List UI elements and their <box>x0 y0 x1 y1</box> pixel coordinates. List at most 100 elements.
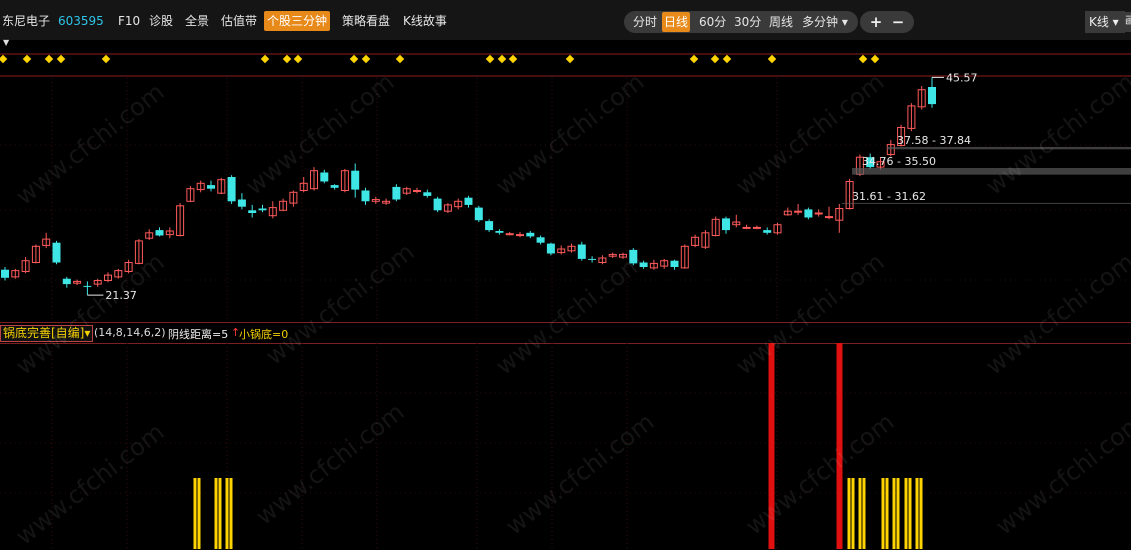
signal-diamond <box>689 54 699 64</box>
candle-body <box>804 209 813 218</box>
nav-panorama[interactable]: 全景 <box>182 11 212 31</box>
candle-body <box>155 230 164 236</box>
candle-body <box>639 262 648 267</box>
candle-body <box>474 207 483 221</box>
stock-code[interactable]: 603595 <box>58 14 104 28</box>
gap-label: 31.61 - 31.62 <box>852 190 926 203</box>
candle-body <box>516 234 524 237</box>
candle-body <box>495 231 504 233</box>
candle-body <box>227 177 236 202</box>
gap-zone <box>842 202 1131 204</box>
signal-bar-gold <box>904 478 908 549</box>
candle-body <box>52 242 61 263</box>
signal-bar-gold <box>847 478 851 549</box>
indicator-chart[interactable] <box>0 343 1131 549</box>
signal-diamond <box>565 54 575 64</box>
period-multi-minute[interactable]: 多分钟 ▾ <box>802 11 848 33</box>
signal-bar-red <box>839 343 843 549</box>
candle-body <box>258 208 267 211</box>
collapse-arrow-icon[interactable]: ▼ <box>3 38 9 47</box>
signal-diamond <box>722 54 732 64</box>
candle-body <box>722 218 730 231</box>
signal-bar-red <box>768 343 772 549</box>
signal-diamond <box>497 54 507 64</box>
zoom-out-button[interactable]: − <box>888 11 908 33</box>
stock-name[interactable]: 东尼电子 <box>2 14 50 28</box>
signal-bar-gold <box>851 478 855 549</box>
candle-body <box>825 216 833 219</box>
zoom-in-button[interactable]: + <box>866 11 886 33</box>
zoom-controls: + − <box>860 11 914 33</box>
signal-diamond <box>0 54 8 64</box>
signal-bar-gold <box>229 478 233 549</box>
period-30min[interactable]: 30分 <box>734 11 761 33</box>
nav-strategy[interactable]: 策略看盘 <box>339 11 393 31</box>
signal-bar-gold <box>892 478 896 549</box>
indicator-small-bottom: 小锅底=0 <box>239 328 289 341</box>
signal-bar-gold <box>214 478 218 549</box>
candlestick-chart[interactable]: 37.58 - 37.84 34.76 - 35.50 31.61 - 31.62 4… <box>0 50 1131 322</box>
candle-body <box>1 269 9 278</box>
signal-bar-gold <box>915 478 919 549</box>
kline-type-select[interactable]: K线 ▾ <box>1085 11 1125 33</box>
candle-body <box>330 185 339 188</box>
candle-body <box>464 197 473 205</box>
indicator-select[interactable]: 锅底完善[自编]▾ <box>0 325 94 342</box>
candle-body <box>742 226 751 229</box>
indicator-yin-distance: 阴线距离=5 <box>168 328 229 341</box>
high-label: 45.57 <box>946 71 978 84</box>
nav-kline-story[interactable]: K线故事 <box>400 11 450 31</box>
signal-diamond <box>282 54 292 64</box>
period-weekly[interactable]: 周线 <box>769 11 793 33</box>
signal-bar-gold <box>885 478 889 549</box>
gap-label: 37.58 - 37.84 <box>897 134 971 147</box>
candle-body <box>752 226 761 229</box>
candle-body <box>248 210 257 213</box>
candle-body <box>62 278 71 285</box>
candle-body <box>207 185 215 189</box>
candle-body <box>794 210 803 213</box>
draw-tool-button[interactable]: 画 <box>1125 12 1131 32</box>
candle-body <box>485 221 494 231</box>
signal-diamond <box>260 54 270 64</box>
nav-diagnose[interactable]: 诊股 <box>146 11 176 31</box>
signal-diamond <box>767 54 777 64</box>
signal-bar-red <box>771 343 775 549</box>
candle-body <box>928 87 936 105</box>
candle-body <box>505 233 514 236</box>
gap-zone <box>852 168 1131 175</box>
nav-valuation-band[interactable]: 估值带 <box>218 11 260 31</box>
candle-body <box>237 199 246 207</box>
period-daily[interactable]: 日线 <box>662 12 691 32</box>
candle-body <box>588 258 597 260</box>
signal-diamond <box>858 54 868 64</box>
period-60min[interactable]: 60分 <box>699 11 726 33</box>
signal-bar-gold <box>919 478 923 549</box>
nav-f10[interactable]: F10 <box>115 11 143 31</box>
signal-diamond <box>56 54 66 64</box>
signal-bar-gold <box>881 478 885 549</box>
candle-body <box>814 212 823 215</box>
signal-bar-gold <box>858 478 862 549</box>
candle-body <box>629 249 638 264</box>
signal-bar-gold <box>908 478 912 549</box>
period-intraday[interactable]: 分时 <box>633 11 657 33</box>
signal-diamond <box>101 54 111 64</box>
candle-body <box>670 260 679 267</box>
candle-body <box>83 285 92 287</box>
top-toolbar: 东尼电子 603595 F10 诊股 全景 估值带 个股三分钟 策略看盘 K线故… <box>0 0 1131 40</box>
nav-stock-3min[interactable]: 个股三分钟 <box>264 11 331 31</box>
period-selector: 分时 日线 60分 30分 周线 多分钟 ▾ <box>624 11 858 33</box>
indicator-header: 锅底完善[自编]▾ (14,8,14,6,2) 阴线距离=5 ↑ 小锅底=0 <box>0 322 1131 344</box>
candle-body <box>433 198 442 211</box>
signal-bar-gold <box>896 478 900 549</box>
signal-diamond <box>485 54 495 64</box>
signal-diamond <box>870 54 880 64</box>
signal-diamond <box>710 54 720 64</box>
signal-diamond <box>293 54 303 64</box>
signal-diamond <box>349 54 359 64</box>
signal-diamond <box>44 54 54 64</box>
signal-diamond <box>361 54 371 64</box>
candle-body <box>351 170 360 190</box>
signal-bar-gold <box>862 478 866 549</box>
